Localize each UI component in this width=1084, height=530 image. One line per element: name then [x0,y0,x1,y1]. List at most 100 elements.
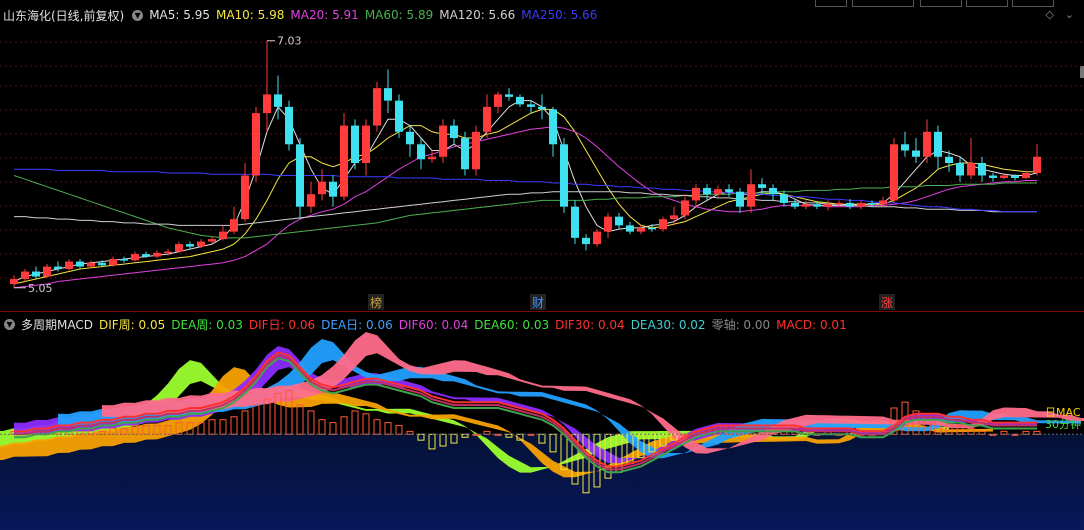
candle-body [76,261,84,267]
candle-body [1011,175,1019,178]
macd-bar [219,419,227,435]
candle-body [945,156,953,163]
high-price-label: 7.03 [277,35,302,48]
candle-body [1000,175,1008,178]
ma-indicator-labels: MA5: 5.95 MA10: 5.98 MA20: 5.91 MA60: 5.89 M… [149,8,603,22]
candle-body [824,204,832,207]
macd-title[interactable]: 多周期MACD [21,316,93,333]
candle-body [417,144,425,160]
ma-line [13,126,1037,289]
candle-body [890,144,898,201]
stock-title[interactable]: 山东海化(日线,前复权) [3,7,124,24]
candle-body [109,259,117,266]
candle-body [538,106,546,110]
macd-label: 零轴: 0.00 [711,317,771,332]
candle-body [978,163,986,176]
candle-body [670,215,678,220]
candle-body [263,94,271,114]
event-marker-label: 财 [532,296,544,310]
candle-body [692,187,700,201]
candle-body [714,189,722,195]
candle-body [681,200,689,216]
candle-body [879,200,887,205]
candle-body [802,204,810,207]
candle-body [791,202,799,207]
candle-body [307,194,315,207]
candle-body [21,271,29,280]
candle-body [989,175,997,178]
m30-macd-label: 30分钟 [1045,417,1081,431]
macd-band [102,332,1084,454]
candle-body [296,144,304,207]
candle-body [648,227,656,230]
macd-bar [230,416,238,435]
candle-body [483,106,491,132]
candle-body [549,109,557,145]
candle-body [527,104,535,107]
macd-bar [417,433,425,441]
price-chart-svg: 7.03 5.05 榜 财 涨 [0,35,1084,310]
candle-body [373,88,381,126]
chevron-down-icon[interactable]: ▾ [4,318,15,330]
candle-body [395,100,403,132]
chevron-down-icon[interactable]: ▾ [132,9,144,21]
diamond-icon[interactable]: ◇ [1046,8,1054,21]
candle-body [505,94,513,97]
candle-body [219,231,227,240]
macd-bar [252,404,260,435]
macd-bar [428,433,436,450]
macd-label: DIF日: 0.06 [248,317,316,332]
event-marker-label: 涨 [881,295,893,310]
candle-body [131,254,139,261]
macd-label: DIF60: 0.04 [398,317,469,332]
candle-body [626,225,634,232]
caret-down-icon[interactable]: ⌄ [1065,8,1074,21]
ma-label: MA20: 5.91 [290,8,359,22]
candle-body [351,125,359,163]
candle-body [758,184,766,188]
candle-body [923,131,931,157]
candle-body [956,163,964,176]
candle-body [54,266,62,270]
candle-body [428,156,436,160]
candle-body [582,237,590,245]
candle-body [142,254,150,257]
macd-label: DEA60: 0.03 [474,317,550,332]
candle-body [450,125,458,139]
candle-body [604,216,612,232]
ma-label: MA120: 5.66 [439,8,516,22]
macd-bar [450,433,458,444]
macd-bar [373,419,381,435]
candle-body [208,239,216,242]
candle-body [813,204,821,207]
ma-label: MA5: 5.95 [149,8,210,22]
candle-body [87,262,95,267]
candle-body [1022,172,1030,178]
candle-body [186,244,194,247]
macd-bar [538,433,546,444]
candle-body [703,187,711,195]
candle-body [43,266,51,277]
ma-line [13,108,1037,285]
candle-body [494,94,502,107]
candle-body [153,252,161,257]
candle-body [571,206,579,238]
macd-bar [340,416,348,435]
candle-body [230,219,238,232]
candle-body [274,94,282,107]
candle-body [780,194,788,203]
ma-label: MA10: 5.98 [215,8,285,22]
macd-label: DIF周: 0.05 [98,317,166,332]
macd-bar [351,410,359,435]
macd-indicator-labels: DIF周: 0.05 DEA周: 0.03 DIF日: 0.06 DEA日: 0.06… [99,316,853,333]
price-chart[interactable]: 7.03 5.05 榜 财 涨 [0,22,1084,310]
candle-body [175,244,183,252]
candle-body [835,202,843,205]
macd-chart[interactable]: 日MAC 30分钟 [0,332,1084,530]
event-marker-label: 榜 [370,295,382,310]
macd-bar [549,433,557,453]
macd-bar [208,419,216,435]
candle-body [912,150,920,157]
candle-body [659,219,667,230]
macd-label: DEA日: 0.06 [321,317,393,332]
